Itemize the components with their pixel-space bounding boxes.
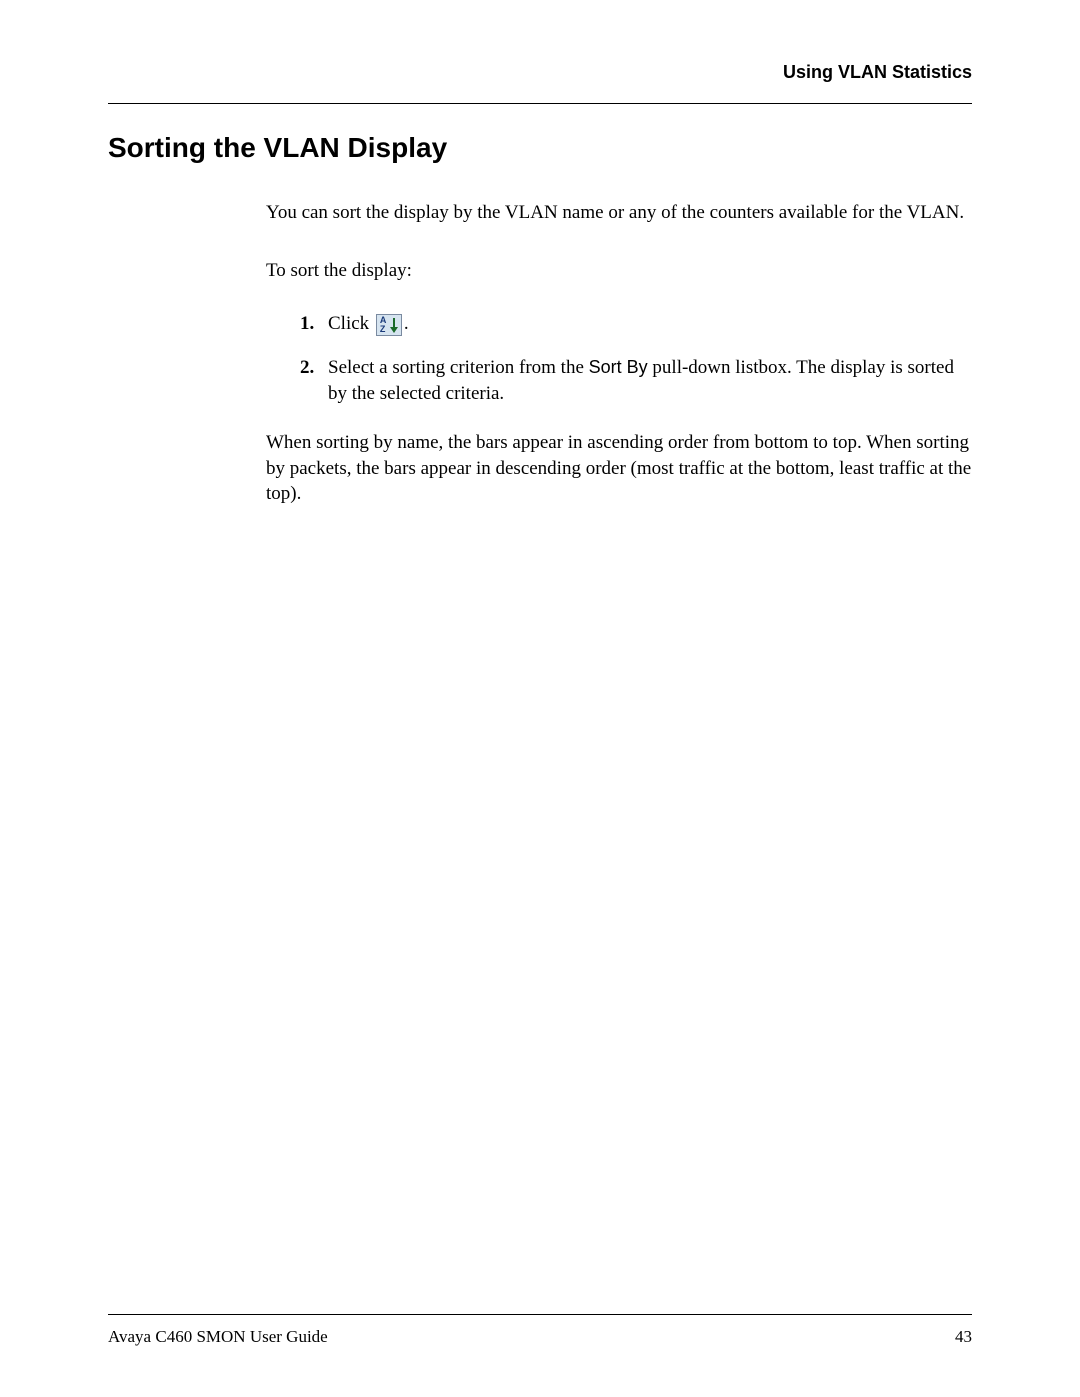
arrow-down-icon: [391, 318, 397, 332]
step-number: 2.: [300, 355, 328, 381]
step-item-2: 2. Select a sorting criterion from the S…: [300, 355, 972, 406]
running-head: Using VLAN Statistics: [108, 62, 972, 83]
step-prefix: Click: [328, 313, 374, 334]
step-list: 1. Click AZ . 2. Select a sorting criter…: [300, 311, 972, 406]
footer-row: Avaya C460 SMON User Guide 43: [108, 1327, 972, 1347]
step-text-before: Select a sorting criterion from the: [328, 357, 589, 378]
header-rule: [108, 103, 972, 104]
intro-paragraph: You can sort the display by the VLAN nam…: [266, 200, 972, 226]
lead-in-paragraph: To sort the display:: [266, 258, 972, 284]
step-text: Click AZ .: [328, 311, 972, 337]
step-number: 1.: [300, 311, 328, 337]
step-suffix: .: [404, 313, 409, 334]
sort-az-letters: AZ: [380, 316, 387, 334]
step-text: Select a sorting criterion from the Sort…: [328, 355, 972, 406]
ui-term-sort-by: Sort By: [589, 357, 648, 377]
footer-rule: [108, 1314, 972, 1315]
body-block: You can sort the display by the VLAN nam…: [266, 200, 972, 507]
step-item-1: 1. Click AZ .: [300, 311, 972, 337]
sort-az-icon: AZ: [376, 314, 402, 336]
footer-doc-title: Avaya C460 SMON User Guide: [108, 1327, 328, 1347]
footer-page-number: 43: [955, 1327, 972, 1347]
page-container: Using VLAN Statistics Sorting the VLAN D…: [0, 0, 1080, 1397]
page-footer: Avaya C460 SMON User Guide 43: [108, 1314, 972, 1347]
section-title: Sorting the VLAN Display: [108, 132, 972, 164]
closing-paragraph: When sorting by name, the bars appear in…: [266, 430, 972, 507]
